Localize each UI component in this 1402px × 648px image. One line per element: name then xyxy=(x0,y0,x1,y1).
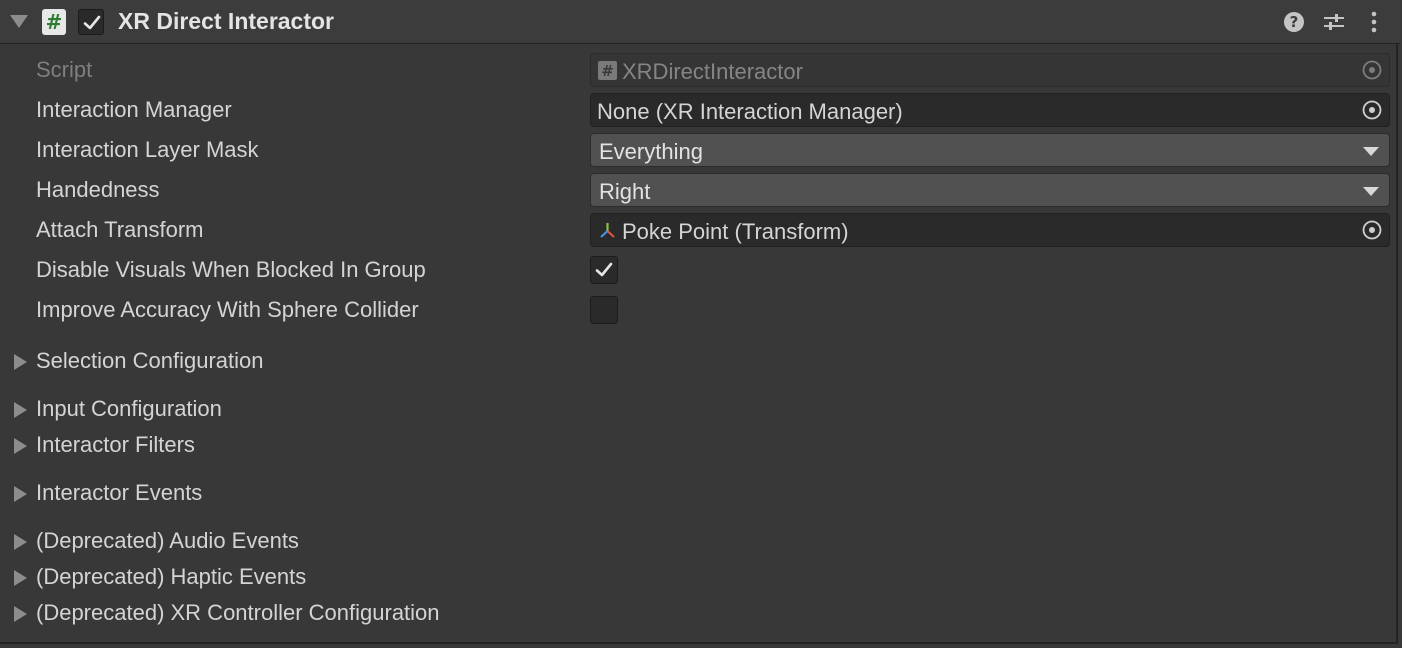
interaction-manager-row: Interaction Manager None (XR Interaction… xyxy=(0,90,1396,130)
foldout-label: Interactor Events xyxy=(36,480,203,505)
transform-icon xyxy=(600,223,615,238)
disable-visuals-checkbox[interactable] xyxy=(590,256,618,284)
script-value: XRDirectInteractor xyxy=(622,59,803,84)
checkmark-icon xyxy=(595,262,613,277)
foldout-label: (Deprecated) Audio Events xyxy=(36,528,299,553)
foldout-arrow-icon[interactable] xyxy=(14,354,27,370)
interaction-layer-mask-row: Interaction Layer Mask Everything xyxy=(0,130,1396,170)
foldout-arrow-icon[interactable] xyxy=(14,486,27,502)
foldout-arrow-icon[interactable] xyxy=(14,534,27,550)
handedness-value: Right xyxy=(599,179,651,204)
object-picker-icon[interactable] xyxy=(1361,99,1383,121)
checkmark-icon xyxy=(83,15,101,30)
attach-transform-label: Attach Transform xyxy=(36,217,204,242)
script-field: # XRDirectInteractor xyxy=(590,53,1390,87)
script-label: Script xyxy=(36,57,93,82)
foldout-selection-configuration[interactable]: Selection Configuration xyxy=(0,344,1396,380)
disable-visuals-row: Disable Visuals When Blocked In Group xyxy=(0,250,1396,290)
attach-transform-value: Poke Point (Transform) xyxy=(622,219,849,244)
foldout-input-configuration[interactable]: Input Configuration xyxy=(0,392,1396,428)
foldout-audio-events[interactable]: (Deprecated) Audio Events xyxy=(0,524,1396,560)
svg-text:?: ? xyxy=(1290,13,1299,31)
improve-accuracy-label: Improve Accuracy With Sphere Collider xyxy=(36,297,419,322)
interaction-layer-mask-dropdown[interactable]: Everything xyxy=(590,133,1390,167)
dropdown-arrow-icon xyxy=(1363,187,1379,196)
handedness-row: Handedness Right xyxy=(0,170,1396,210)
disable-visuals-label: Disable Visuals When Blocked In Group xyxy=(36,257,426,282)
interaction-manager-value: None (XR Interaction Manager) xyxy=(597,99,903,124)
component-foldout-icon[interactable] xyxy=(10,15,28,28)
script-icon: # xyxy=(598,61,617,80)
foldout-arrow-icon[interactable] xyxy=(14,438,27,454)
interaction-layer-mask-value: Everything xyxy=(599,139,703,164)
foldout-arrow-icon[interactable] xyxy=(14,606,27,622)
svg-text:#: # xyxy=(601,62,614,80)
interaction-manager-field[interactable]: None (XR Interaction Manager) xyxy=(590,93,1390,127)
component-enabled-checkbox[interactable] xyxy=(78,9,104,35)
improve-accuracy-row: Improve Accuracy With Sphere Collider xyxy=(0,290,1396,330)
foldout-label: Interactor Filters xyxy=(36,432,195,457)
more-options-icon[interactable] xyxy=(1362,10,1386,34)
script-icon: # xyxy=(42,9,66,35)
foldout-arrow-icon[interactable] xyxy=(14,570,27,586)
object-picker-icon xyxy=(1362,60,1382,80)
foldout-label: (Deprecated) XR Controller Configuration xyxy=(36,600,440,625)
presets-icon[interactable] xyxy=(1322,10,1346,34)
foldout-label: Input Configuration xyxy=(36,396,222,421)
component-title: XR Direct Interactor xyxy=(118,8,335,34)
foldout-label: (Deprecated) Haptic Events xyxy=(36,564,307,589)
foldout-label: Selection Configuration xyxy=(36,348,264,373)
interaction-manager-label: Interaction Manager xyxy=(36,97,232,122)
object-picker-icon[interactable] xyxy=(1361,219,1383,241)
dropdown-arrow-icon xyxy=(1363,147,1379,156)
foldout-xr-controller-configuration[interactable]: (Deprecated) XR Controller Configuration xyxy=(0,596,1396,632)
foldout-arrow-icon[interactable] xyxy=(14,402,27,418)
handedness-label: Handedness xyxy=(36,177,160,202)
script-row: Script # XRDirectInteractor xyxy=(0,50,1396,90)
foldout-interactor-filters[interactable]: Interactor Filters xyxy=(0,428,1396,464)
interaction-layer-mask-label: Interaction Layer Mask xyxy=(36,137,259,162)
improve-accuracy-checkbox[interactable] xyxy=(590,296,618,324)
foldout-interactor-events[interactable]: Interactor Events xyxy=(0,476,1396,512)
component-header[interactable]: # XR Direct Interactor ? xyxy=(0,0,1400,44)
foldout-haptic-events[interactable]: (Deprecated) Haptic Events xyxy=(0,560,1396,596)
attach-transform-row: Attach Transform Poke Point (Transform) xyxy=(0,210,1396,250)
handedness-dropdown[interactable]: Right xyxy=(590,173,1390,207)
attach-transform-field[interactable]: Poke Point (Transform) xyxy=(590,213,1390,247)
help-icon[interactable]: ? xyxy=(1282,10,1306,34)
